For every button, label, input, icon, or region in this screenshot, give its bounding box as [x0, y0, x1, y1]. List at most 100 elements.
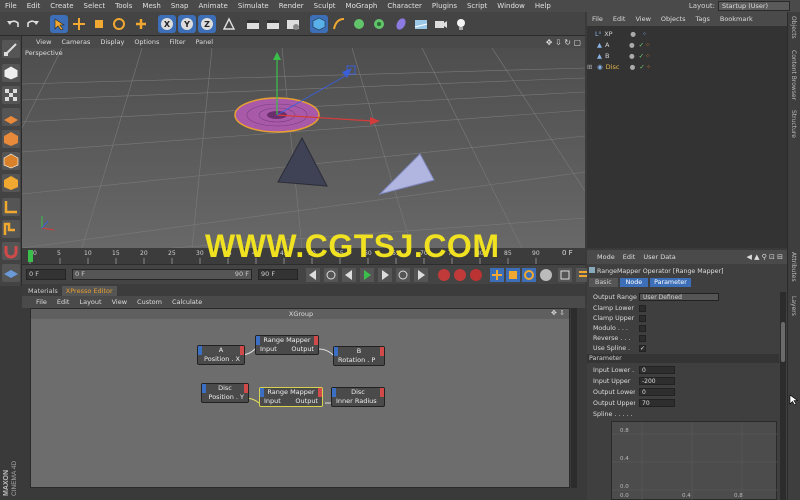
node-input-port[interactable]: Rotation . P: [338, 356, 375, 365]
menu-sculpt[interactable]: Sculpt: [309, 2, 341, 10]
attr-scrollbar[interactable]: [780, 292, 786, 500]
array-icon[interactable]: [370, 15, 388, 33]
attr-nav-icons[interactable]: ◀ ▲ ⚲ ⊡ ⊟: [746, 253, 783, 261]
spline-graph[interactable]: 0.8 0.4 0.0 0.0 0.4 0.8: [611, 421, 778, 500]
obj-menu-tags[interactable]: Tags: [690, 15, 714, 23]
expand-icon[interactable]: ⊞: [587, 63, 597, 71]
phong-tag-icon[interactable]: ⁘: [646, 63, 651, 71]
model-mode-icon[interactable]: [2, 64, 20, 82]
vp-menu-view[interactable]: View: [22, 38, 56, 46]
workplane-icon[interactable]: [2, 108, 20, 126]
phong-tag-icon[interactable]: ⁘: [645, 41, 650, 49]
xp-menu-view[interactable]: View: [107, 298, 132, 306]
tweak-mode-icon[interactable]: [2, 220, 20, 238]
deformer-icon[interactable]: [392, 15, 410, 33]
output-lower-field[interactable]: 0: [639, 388, 675, 396]
menu-render[interactable]: Render: [274, 2, 309, 10]
redo-icon[interactable]: [24, 15, 42, 33]
menu-select[interactable]: Select: [79, 2, 111, 10]
xp-menu-calculate[interactable]: Calculate: [167, 298, 207, 306]
menu-simulate[interactable]: Simulate: [233, 2, 274, 10]
node-input-port[interactable]: Input: [260, 345, 277, 354]
viewport-nav-icons[interactable]: ✥ ⇩ ↻ ▢: [546, 38, 581, 47]
xp-menu-custom[interactable]: Custom: [132, 298, 167, 306]
node-output-port[interactable]: Output: [295, 397, 318, 406]
menu-file[interactable]: File: [0, 2, 22, 10]
menu-help[interactable]: Help: [530, 2, 556, 10]
polygons-mode-icon[interactable]: [2, 174, 20, 192]
visibility-dots-icon[interactable]: ●: [629, 41, 635, 49]
layout-dropdown[interactable]: Startup (User): [718, 1, 790, 11]
output-upper-field[interactable]: 70: [639, 399, 675, 407]
cube-icon[interactable]: [310, 15, 328, 33]
attr-scroll-thumb[interactable]: [781, 322, 785, 362]
modulo-checkbox[interactable]: [639, 324, 646, 332]
node-output-port[interactable]: Output: [291, 345, 314, 354]
object-row-a[interactable]: ▲ A ● ✓ ⁘: [587, 39, 787, 50]
rotate-icon[interactable]: [110, 15, 128, 33]
render-settings-icon[interactable]: [284, 15, 302, 33]
scene-floor-icon[interactable]: [412, 15, 430, 33]
node-output-port[interactable]: Position . X: [204, 355, 240, 364]
attr-menu-edit[interactable]: Edit: [619, 253, 640, 261]
xpresso-tag-icon[interactable]: ⁘: [642, 30, 647, 38]
menu-plugins[interactable]: Plugins: [427, 2, 462, 10]
node-range-mapper-1[interactable]: Range Mapper Input Output: [255, 335, 319, 355]
obj-menu-edit[interactable]: Edit: [608, 15, 631, 23]
node-a[interactable]: A Position . X: [197, 345, 245, 365]
input-lower-field[interactable]: 0: [639, 366, 675, 374]
obj-menu-objects[interactable]: Objects: [656, 15, 691, 23]
x-axis-icon[interactable]: X: [158, 15, 176, 33]
clamp-upper-checkbox[interactable]: [639, 314, 646, 322]
menu-edit[interactable]: Edit: [22, 2, 46, 10]
render-view-icon[interactable]: [244, 15, 262, 33]
menu-create[interactable]: Create: [45, 2, 78, 10]
node-input-port[interactable]: Inner Radius: [336, 397, 377, 406]
vp-menu-options[interactable]: Options: [129, 38, 164, 46]
clamp-lower-checkbox[interactable]: [639, 304, 646, 312]
perspective-viewport[interactable]: Perspective: [22, 48, 585, 248]
xp-menu-edit[interactable]: Edit: [52, 298, 75, 306]
node-disc-2[interactable]: Disc Inner Radius: [331, 387, 385, 407]
obj-menu-file[interactable]: File: [587, 15, 608, 23]
node-disc-1[interactable]: Disc Position . Y: [201, 383, 249, 403]
render-picture-icon[interactable]: [264, 15, 282, 33]
make-editable-icon[interactable]: [2, 40, 20, 58]
tab-layers[interactable]: Layers: [790, 296, 797, 316]
select-arrow-icon[interactable]: [50, 15, 68, 33]
phong-tag-icon[interactable]: ⁘: [645, 52, 650, 60]
end-frame-field[interactable]: 90 F: [258, 269, 298, 280]
node-input-port[interactable]: Input: [264, 397, 281, 406]
enable-check-icon[interactable]: ✓: [639, 52, 644, 60]
xpresso-canvas[interactable]: XGroup ✥ ⇩ A Position . X Range Mapper I…: [30, 308, 570, 488]
vp-menu-filter[interactable]: Filter: [164, 38, 190, 46]
lock-workplane-icon[interactable]: [2, 264, 20, 282]
node-b[interactable]: B Rotation . P: [333, 346, 385, 366]
z-axis-icon[interactable]: Z: [198, 15, 216, 33]
tab-attributes[interactable]: Attributes: [790, 252, 797, 282]
xpresso-scrollbar[interactable]: [571, 308, 577, 488]
tab-content-browser[interactable]: Content Browser: [790, 50, 797, 100]
visibility-dots-icon[interactable]: ●: [630, 63, 636, 71]
camera-icon[interactable]: [432, 15, 450, 33]
node-range-mapper-2[interactable]: Range Mapper Input Output: [259, 387, 323, 407]
use-spline-checkbox[interactable]: ✓: [639, 344, 646, 352]
vp-menu-cameras[interactable]: Cameras: [56, 38, 95, 46]
add-icon[interactable]: [132, 15, 150, 33]
move-icon[interactable]: [70, 15, 88, 33]
obj-menu-bookmark[interactable]: Bookmark: [715, 15, 758, 23]
menu-snap[interactable]: Snap: [166, 2, 194, 10]
attr-menu-mode[interactable]: Mode: [587, 253, 619, 261]
light-icon[interactable]: [452, 15, 470, 33]
obj-menu-view[interactable]: View: [630, 15, 655, 23]
scale-icon[interactable]: [90, 15, 108, 33]
menu-animate[interactable]: Animate: [193, 2, 232, 10]
undo-icon[interactable]: [4, 15, 22, 33]
tab-materials[interactable]: Materials: [24, 286, 62, 296]
frame-range-slider[interactable]: 0 F 90 F: [72, 269, 252, 280]
object-row-b[interactable]: ▲ B ● ✓ ⁘: [587, 50, 787, 61]
tab-basic[interactable]: Basic: [589, 278, 618, 287]
start-frame-field[interactable]: 0 F: [26, 269, 66, 280]
menu-script[interactable]: Script: [462, 2, 492, 10]
nurbs-icon[interactable]: [350, 15, 368, 33]
